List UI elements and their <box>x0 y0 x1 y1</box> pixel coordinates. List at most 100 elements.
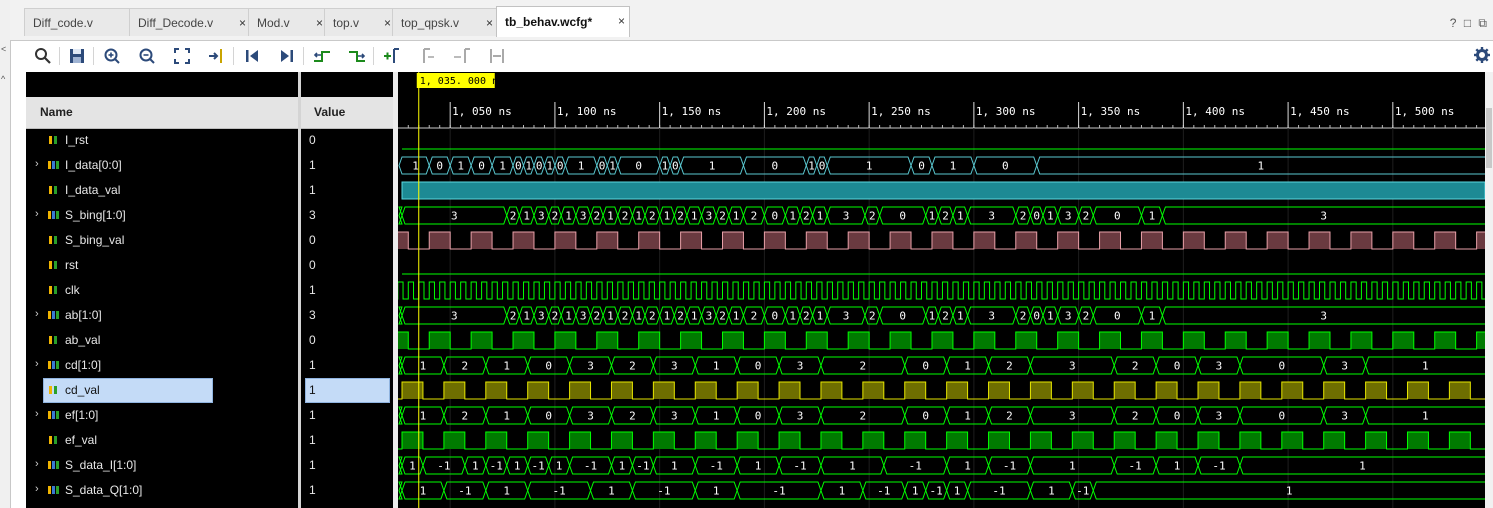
signal-row[interactable]: › cd[1:0] <box>26 353 298 378</box>
bus-value-label: 2 <box>1006 360 1013 373</box>
tab-top[interactable]: top.v × <box>324 8 396 36</box>
signal-value-row[interactable]: 1 <box>301 278 393 303</box>
signal-value-row[interactable]: 0 <box>301 328 393 353</box>
time-ruler-label: 1, 200 ns <box>766 105 826 118</box>
clock-high-fill <box>806 232 828 249</box>
signal-value-row[interactable]: 0 <box>301 228 393 253</box>
signal-row[interactable]: › ab[1:0] <box>26 303 298 328</box>
close-icon[interactable]: × <box>384 16 391 30</box>
save-icon[interactable] <box>66 45 88 67</box>
gear-icon[interactable] <box>1473 46 1491 64</box>
signal-value-row[interactable]: 1 <box>301 378 393 403</box>
scrollbar-thumb[interactable] <box>1486 108 1492 168</box>
next-marker-icon[interactable] <box>451 45 473 67</box>
expand-chevron-icon[interactable]: › <box>35 358 39 370</box>
bus-value-label: 0 <box>1033 210 1040 223</box>
left-panel-strip[interactable]: < ^ <box>0 0 11 508</box>
signal-row[interactable]: rst <box>26 253 298 278</box>
chevron-left-icon[interactable]: < <box>1 44 6 54</box>
expand-chevron-icon[interactable]: › <box>35 158 39 170</box>
previous-marker-icon[interactable] <box>416 45 438 67</box>
signal-value-row[interactable]: 1 <box>301 453 393 478</box>
signal-row[interactable]: › ef[1:0] <box>26 403 298 428</box>
next-transition-icon[interactable] <box>346 45 368 67</box>
bus-value-label: -1 <box>909 460 922 473</box>
maximize-icon[interactable]: ⧉ <box>1478 16 1487 31</box>
signal-row[interactable]: › S_data_Q[1:0] <box>26 478 298 503</box>
signal-row[interactable]: ef_val <box>26 428 298 453</box>
signal-row[interactable]: S_bing_val <box>26 228 298 253</box>
zoom-in-icon[interactable] <box>101 45 123 67</box>
close-icon[interactable]: × <box>618 14 625 28</box>
signal-value-row[interactable]: 1 <box>301 403 393 428</box>
signal-value-row[interactable]: 0 <box>301 253 393 278</box>
tab-mod[interactable]: Mod.v × <box>248 8 328 36</box>
signal-value-row[interactable]: 3 <box>301 303 393 328</box>
clock-high-fill <box>946 432 968 449</box>
close-icon[interactable]: × <box>316 16 323 30</box>
signal-row[interactable]: I_data_val <box>26 178 298 203</box>
signal-name: ab_val <box>65 333 101 347</box>
signal-value-row[interactable]: 1 <box>301 178 393 203</box>
go-to-last-time-icon[interactable] <box>276 45 298 67</box>
time-ruler-label: 1, 350 ns <box>1081 105 1141 118</box>
expand-chevron-icon[interactable]: › <box>35 458 39 470</box>
clock-high-fill <box>1434 232 1456 249</box>
close-icon[interactable]: × <box>239 16 246 30</box>
signal-value-row[interactable]: 0 <box>301 128 393 153</box>
signal-row[interactable]: › S_bing[1:0] <box>26 203 298 228</box>
value-column-header[interactable]: Value <box>301 97 393 129</box>
chevron-up-icon[interactable]: ^ <box>1 74 5 84</box>
search-icon[interactable] <box>32 45 54 67</box>
previous-transition-icon[interactable] <box>311 45 333 67</box>
name-column-header[interactable]: Name <box>26 97 298 129</box>
signal-value-row[interactable]: 1 <box>301 428 393 453</box>
expand-chevron-icon[interactable]: › <box>35 408 39 420</box>
bus-value-label: -1 <box>552 485 565 498</box>
expand-chevron-icon[interactable]: › <box>35 308 39 320</box>
go-to-cursor-icon[interactable] <box>206 45 228 67</box>
signal-row[interactable]: I_rst <box>26 128 298 153</box>
signal-row[interactable]: ab_val <box>26 328 298 353</box>
signal-row[interactable]: › S_data_I[1:0] <box>26 453 298 478</box>
signal-row[interactable]: › I_data[0:0] <box>26 153 298 178</box>
bus-value-label: 1 <box>817 310 824 323</box>
signal-row[interactable]: cd_val <box>26 378 298 403</box>
clock-high-fill <box>904 382 926 399</box>
signal-value-row[interactable]: 3 <box>301 203 393 228</box>
zoom-out-icon[interactable] <box>136 45 158 67</box>
waveform-canvas[interactable]: 1, 050 ns 1, 100 ns 1, 150 ns 1, 200 ns 1, 2… <box>398 72 1485 508</box>
close-icon[interactable]: × <box>486 16 493 30</box>
tab-diff-decode[interactable]: Diff_Decode.v × <box>129 8 251 36</box>
tab-tb-behav-wcfg[interactable]: tb_behav.wcfg* × <box>496 6 630 37</box>
vertical-scrollbar[interactable] <box>1485 72 1493 508</box>
restore-icon[interactable]: □ <box>1464 16 1471 30</box>
bus-value-label: 2 <box>803 310 810 323</box>
clock-high-fill <box>1225 332 1247 349</box>
signal-value-row[interactable]: 1 <box>301 353 393 378</box>
tab-top-qpsk[interactable]: top_qpsk.v × <box>392 8 498 36</box>
expand-chevron-icon[interactable]: › <box>35 208 39 220</box>
tab-diff-code[interactable]: Diff_code.v × <box>24 8 142 36</box>
clock-high-fill <box>988 382 1010 399</box>
swap-cursors-icon[interactable] <box>486 45 508 67</box>
signal-value-row[interactable]: 1 <box>301 478 393 503</box>
clock-high-fill <box>1309 232 1330 249</box>
clock-high-fill <box>653 382 675 399</box>
clock-high-fill <box>680 232 702 249</box>
signal-value-row[interactable]: 1 <box>301 153 393 178</box>
signal-row[interactable]: clk <box>26 278 298 303</box>
signal-name: I_data[0:0] <box>65 158 122 172</box>
go-to-time-zero-icon[interactable] <box>241 45 263 67</box>
zoom-fit-icon[interactable] <box>171 45 193 67</box>
bus-value-label: 1 <box>525 160 532 173</box>
expand-chevron-icon[interactable]: › <box>35 483 39 495</box>
bus-value-label: 1 <box>499 160 506 173</box>
bit-signal-icon <box>49 236 57 244</box>
bus-value-label: -1 <box>437 460 450 473</box>
bus-value-label: 3 <box>797 410 804 423</box>
clock-high-fill <box>695 382 717 399</box>
add-marker-icon[interactable] <box>381 45 403 67</box>
help-icon[interactable]: ? <box>1450 16 1457 30</box>
bus-value-label: 2 <box>869 210 876 223</box>
